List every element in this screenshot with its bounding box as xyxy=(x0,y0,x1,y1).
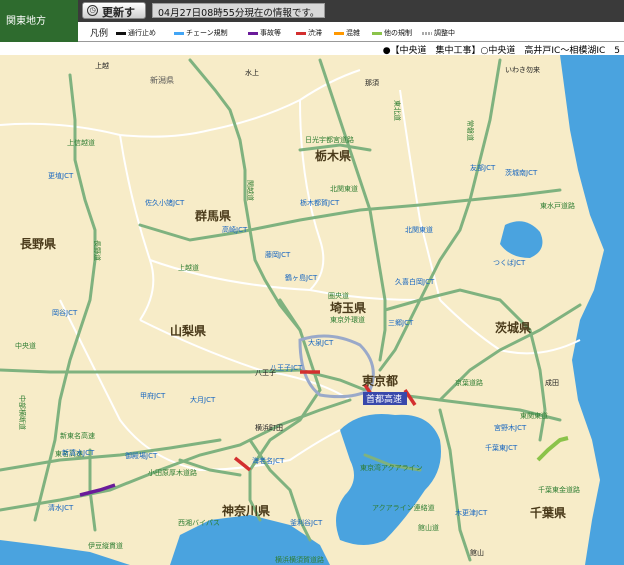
legend-item-other: 他の規制 xyxy=(372,28,412,38)
label-ken-o: 圏央道 xyxy=(328,291,349,300)
jct-chibahigashi[interactable]: 千葉東JCT xyxy=(485,443,518,452)
pref-chiba: 千葉県 xyxy=(530,505,566,520)
jct-ebina[interactable]: 海老名JCT xyxy=(252,456,285,465)
jct-miyanomori[interactable]: 宮野木JCT xyxy=(494,423,527,432)
jct-koshoku[interactable]: 更埴JCT xyxy=(48,171,74,180)
pref-ibaraki: 茨城県 xyxy=(495,320,531,335)
legend-item-accident: 事故等 xyxy=(248,28,281,38)
label-higashimito: 東水戸道路 xyxy=(540,201,575,210)
jct-oizumi[interactable]: 大泉JCT xyxy=(308,338,334,347)
jct-otsuki[interactable]: 大月JCT xyxy=(190,395,216,404)
label-keiyo: 京葉道路 xyxy=(455,378,483,387)
traffic-map[interactable]: 長野県 群馬県 栃木県 茨城県 埼玉県 山梨県 東京都 神奈川県 千葉県 新潟県… xyxy=(0,55,624,565)
crowded-swatch xyxy=(334,31,344,35)
jct-kuki[interactable]: 久喜白岡JCT xyxy=(395,277,435,286)
metro-badge[interactable]: 首都高速 xyxy=(366,393,402,405)
region-tab[interactable]: 関東地方 xyxy=(0,0,78,42)
jct-okaya[interactable]: 岡谷JCT xyxy=(52,308,78,317)
city-joetsu: 上越 xyxy=(95,61,109,70)
jct-tsukuba[interactable]: つくばJCT xyxy=(493,258,526,267)
pref-saitama: 埼玉県 xyxy=(330,300,366,315)
jct-gotemba[interactable]: 御殿場JCT xyxy=(125,451,158,460)
legend-item-adjusting: 調整中 xyxy=(422,28,455,38)
pref-kanagawa: 神奈川県 xyxy=(222,503,270,518)
jct-tsurugashima[interactable]: 鶴ヶ島JCT xyxy=(285,273,318,282)
label-aqua-renraku: アクアライン連絡道 xyxy=(372,503,435,512)
jct-fujioka[interactable]: 藤岡JCT xyxy=(265,250,291,259)
label-nagano-road: 長野道 xyxy=(93,240,102,261)
land xyxy=(0,55,624,565)
city-yokohama-machida: 横浜町田 xyxy=(255,423,283,432)
jct-kisarazu[interactable]: 木更津JCT xyxy=(455,508,488,517)
city-nasu: 那須 xyxy=(365,78,379,87)
jct-shimizu[interactable]: 清水JCT xyxy=(48,503,74,512)
pref-yamanashi: 山梨県 xyxy=(170,323,206,338)
city-minakami: 水上 xyxy=(245,68,259,77)
pref-tokyo: 東京都 xyxy=(362,373,398,388)
pref-tochigi: 栃木県 xyxy=(315,148,351,163)
jct-kanazawa[interactable]: 釜利谷JCT xyxy=(290,518,323,527)
jct-takasaki[interactable]: 高崎JCT xyxy=(222,225,248,234)
jct-tomobe[interactable]: 友部JCT xyxy=(470,163,496,172)
legend: 凡例 通行止め チェーン規制 事故等 渋滞 混雑 他の規制 調整中 xyxy=(78,22,624,42)
label-gaikan: 東京外環道 xyxy=(330,315,365,324)
label-shintomei: 新東名高速 xyxy=(60,431,95,440)
label-chuo: 中央道 xyxy=(15,341,36,350)
legend-item-closure: 通行止め xyxy=(116,28,156,38)
jct-koshu[interactable]: 甲府JCT xyxy=(140,391,166,400)
jct-sakuko[interactable]: 佐久小諸JCT xyxy=(145,198,185,207)
city-hachioji: 八王子 xyxy=(255,369,276,377)
label-odawara: 小田原厚木道路 xyxy=(148,468,197,477)
legend-title: 凡例 xyxy=(90,29,109,39)
other-swatch xyxy=(372,31,382,35)
jct-kitakanto[interactable]: 北関東道 xyxy=(405,225,433,234)
city-iwaki: いわき勿来 xyxy=(505,65,540,74)
legend-item-jam: 渋滞 xyxy=(296,28,322,38)
jct-misato[interactable]: 三郷JCT xyxy=(388,318,414,327)
clock-icon: ◷ xyxy=(87,5,98,16)
jct-shinshimizu[interactable]: 新清水JCT xyxy=(62,448,95,457)
label-joshinetsu: 上信越道 xyxy=(67,138,95,147)
city-tateyama: 館山 xyxy=(470,548,484,557)
label-tateyama: 館山道 xyxy=(418,523,439,532)
adjusting-swatch xyxy=(422,31,432,35)
label-izujukan: 伊豆縦貫道 xyxy=(88,541,123,550)
closure-swatch xyxy=(116,31,126,35)
label-nikko: 日光宇都宮道路 xyxy=(305,135,354,144)
legend-item-chain: チェーン規制 xyxy=(174,28,228,38)
label-aqualine: 東京湾アクアライン xyxy=(360,463,423,472)
label-kanetsu: 関越道 xyxy=(246,180,255,201)
legend-item-crowded: 混雑 xyxy=(334,28,360,38)
pref-gunma: 群馬県 xyxy=(194,208,231,223)
label-kitakanto: 北関東道 xyxy=(330,184,358,193)
news-ticker: ●【中央道 集中工事】○中央道 高井戸IC〜相模湖IC 5 xyxy=(0,42,624,56)
update-time: 04月27日08時55分現在の情報です。 xyxy=(152,3,326,19)
label-tohoku: 東北道 xyxy=(393,100,402,121)
jct-tochigitsuga[interactable]: 栃木都賀JCT xyxy=(300,198,340,207)
label-joban: 常磐道 xyxy=(466,120,475,141)
jct-ibarakiminami[interactable]: 茨城南JCT xyxy=(505,168,538,177)
label-yokoyoko: 横浜横須賀道路 xyxy=(275,555,324,564)
chain-swatch xyxy=(174,31,184,35)
label-chiba-togane: 千葉東金道路 xyxy=(538,485,580,494)
refresh-button[interactable]: ◷ 更新する xyxy=(82,2,146,35)
pref-niigata: 新潟県 xyxy=(150,75,174,85)
accident-swatch xyxy=(248,31,258,35)
label-chubu-odan: 中部横断道 xyxy=(18,395,27,430)
label-joetsu: 上越道 xyxy=(178,263,199,272)
label-seisho: 西湘バイパス xyxy=(178,518,220,527)
city-narita: 成田 xyxy=(545,378,559,387)
label-higashikanto: 東関東道 xyxy=(520,411,548,420)
pref-nagano: 長野県 xyxy=(20,236,56,251)
jam-swatch xyxy=(296,31,306,35)
